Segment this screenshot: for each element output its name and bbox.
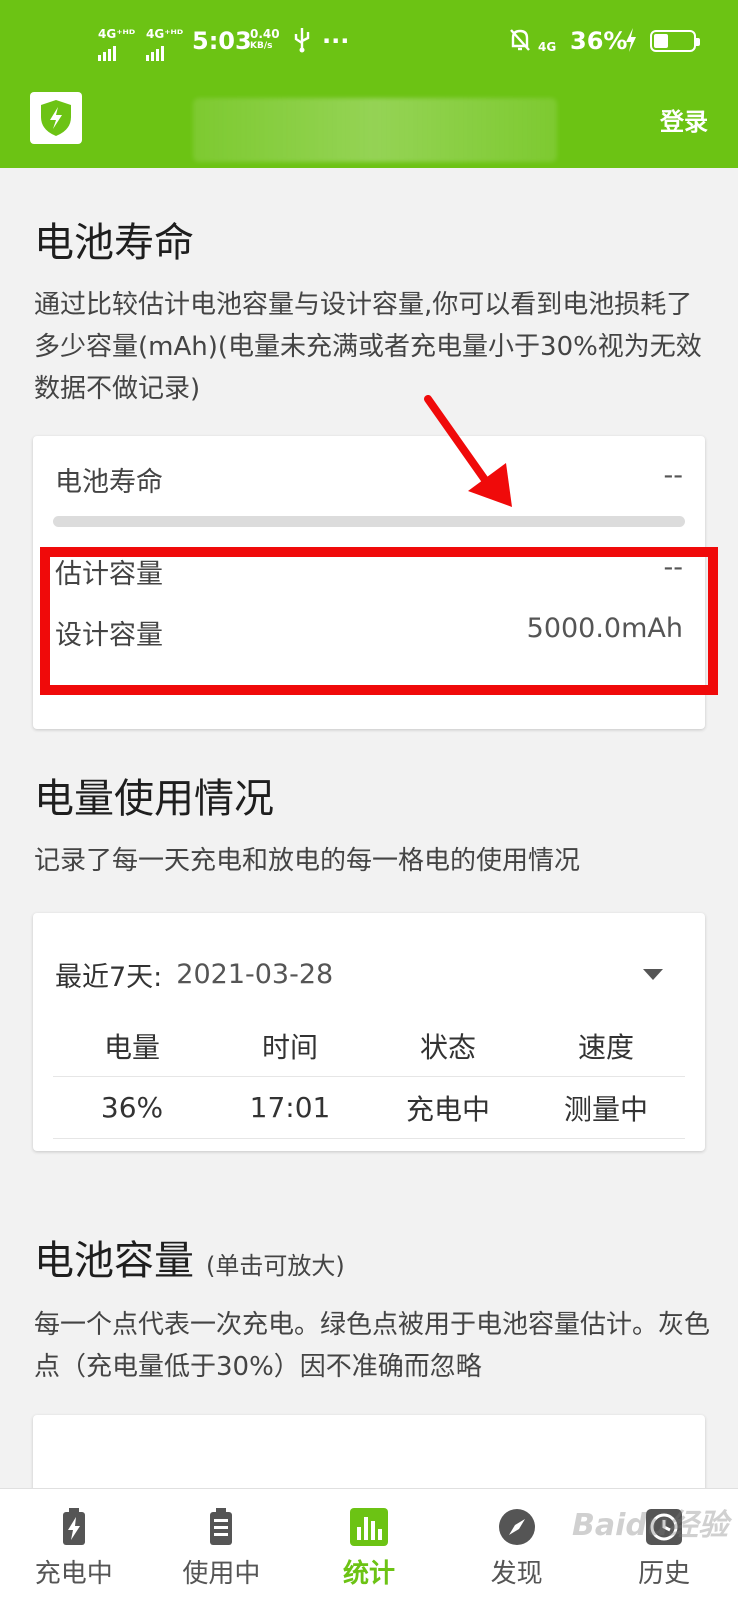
table-cell: 17:01 xyxy=(249,1091,331,1124)
network-type-3: 4G xyxy=(538,40,557,54)
more-dots: ··· xyxy=(322,27,350,55)
baidu-watermark: Baidu经验 xyxy=(572,1508,729,1543)
battery-fill xyxy=(654,34,668,48)
status-bar: 4G⁺ᴴᴰ 4G⁺ᴴᴰ 5:03 0.40 KB/s ··· 4G 36% xyxy=(0,0,738,80)
life-row: 电池寿命 -- xyxy=(55,460,683,499)
nav-label: 使用中 xyxy=(182,1559,261,1589)
red-highlight-box xyxy=(40,547,718,695)
battery-charging-icon xyxy=(62,1508,85,1545)
table-cell: 充电中 xyxy=(405,1092,490,1126)
nav-label: 历史 xyxy=(638,1559,691,1589)
nav-label: 充电中 xyxy=(34,1559,113,1589)
capacity-title-text: 电池容量 xyxy=(34,1238,194,1284)
nav-item-charging[interactable]: 充电中 xyxy=(0,1489,148,1600)
life-value: -- xyxy=(663,460,684,491)
charging-bolt-icon xyxy=(624,26,638,61)
bell-off-icon xyxy=(508,26,532,61)
shield-bolt-icon[interactable] xyxy=(30,92,82,144)
nav-label: 发现 xyxy=(490,1559,543,1589)
header-cell: 速度 xyxy=(577,1030,634,1064)
usb-icon xyxy=(292,26,312,61)
usage-description: 记录了每一天充电和放电的每一格电的使用情况 xyxy=(34,846,581,876)
signal-bars-1 xyxy=(98,44,116,61)
battery-life-title: 电池寿命 xyxy=(34,220,194,266)
bar-chart-icon xyxy=(349,1508,388,1546)
table-cell: 测量中 xyxy=(563,1092,648,1126)
signal-1: 4G⁺ᴴᴰ xyxy=(98,28,135,40)
redacted-title xyxy=(193,98,557,162)
nav-item-discover[interactable]: 发现 xyxy=(443,1489,591,1600)
usage-card: 最近7天: 2021-03-28 电量 时间 状态 速度 36% 17:01 充… xyxy=(33,913,705,1151)
header: 4G⁺ᴴᴰ 4G⁺ᴴᴰ 5:03 0.40 KB/s ··· 4G 36% 登录 xyxy=(0,0,738,168)
app-bar: 登录 xyxy=(0,80,738,168)
compass-icon xyxy=(498,1509,535,1545)
chevron-down-icon[interactable] xyxy=(643,969,663,980)
header-cell: 电量 xyxy=(103,1030,160,1064)
net-speed-unit: KB/s xyxy=(250,41,273,51)
date-range-value: 2021-03-28 xyxy=(176,959,334,990)
life-label: 电池寿命 xyxy=(55,467,163,498)
nav-item-in-use[interactable]: 使用中 xyxy=(148,1489,296,1600)
signal-2: 4G⁺ᴴᴰ xyxy=(146,28,183,40)
capacity-subtitle: (单击可放大) xyxy=(206,1252,345,1280)
battery-percent: 36% xyxy=(570,27,628,55)
header-cell: 时间 xyxy=(261,1030,318,1064)
signal-bars-2 xyxy=(146,44,164,61)
usage-table: 电量 时间 状态 速度 36% 17:01 充电中 测量中 xyxy=(53,1015,685,1139)
capacity-title: 电池容量 (单击可放大) xyxy=(34,1228,345,1286)
login-button[interactable]: 登录 xyxy=(660,102,708,137)
net-speed: 0.40 KB/s xyxy=(250,28,280,52)
usage-title: 电量使用情况 xyxy=(34,776,274,822)
battery-life-description: 通过比较估计电池容量与设计容量,你可以看到电池损耗了多少容量(mAh)(电量未充… xyxy=(34,290,702,404)
network-type-1: 4G⁺ᴴᴰ xyxy=(98,27,136,41)
life-progress-bar xyxy=(53,516,685,527)
red-arrow-annotation xyxy=(424,395,512,507)
nav-item-stats[interactable]: 统计 xyxy=(295,1489,443,1600)
header-cell: 状态 xyxy=(419,1030,476,1064)
table-row: 36% 17:01 充电中 测量中 xyxy=(53,1077,685,1139)
capacity-description: 每一个点代表一次充电。绿色点被用于电池容量估计。灰色点（充电量低于30%）因不准… xyxy=(34,1310,711,1382)
network-type-2: 4G⁺ᴴᴰ xyxy=(146,27,184,41)
clock: 5:03 xyxy=(192,27,252,55)
battery-icon xyxy=(650,30,700,52)
table-header: 电量 时间 状态 速度 xyxy=(53,1015,685,1077)
nav-label: 统计 xyxy=(342,1559,395,1589)
date-range-label: 最近7天: xyxy=(55,962,163,993)
net-speed-value: 0.40 xyxy=(250,27,280,41)
table-cell: 36% xyxy=(100,1091,164,1124)
battery-list-icon xyxy=(210,1508,233,1545)
date-range-dropdown[interactable]: 最近7天: 2021-03-28 xyxy=(55,955,683,994)
